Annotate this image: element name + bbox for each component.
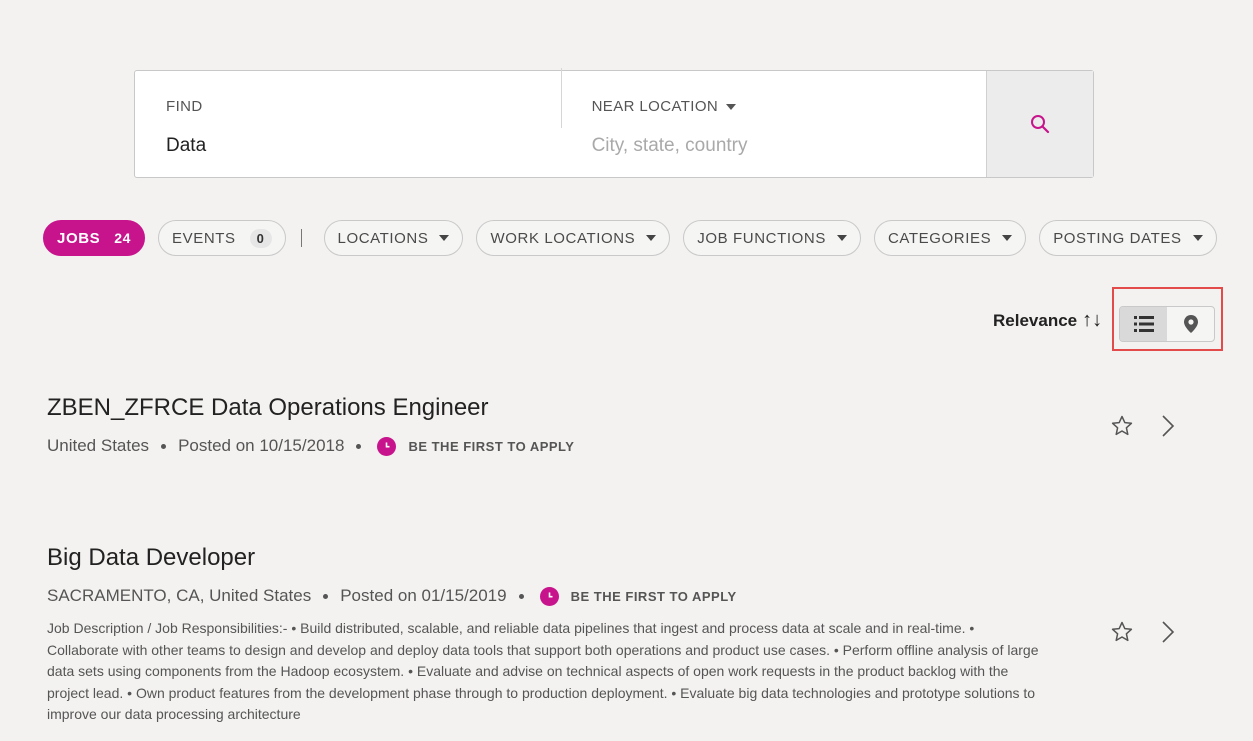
events-tab[interactable]: EVENTS 0 (158, 220, 286, 256)
view-toggle (1119, 306, 1215, 342)
find-field: FIND (135, 71, 561, 177)
work-locations-filter-label: WORK LOCATIONS (490, 229, 636, 247)
find-input[interactable] (166, 135, 526, 157)
star-icon (1111, 415, 1133, 436)
bullet-separator (356, 443, 362, 449)
jobs-tab[interactable]: JOBS 24 (43, 220, 146, 256)
job-location: SACRAMENTO, CA, United States (47, 586, 312, 605)
job-actions (1110, 414, 1175, 438)
map-pin-icon (1183, 315, 1198, 333)
jobs-count: 24 (114, 230, 132, 246)
search-icon (1031, 115, 1050, 134)
first-to-apply-tag: BE THE FIRST TO APPLY (408, 438, 575, 454)
open-job-button[interactable] (1161, 414, 1175, 438)
jobs-tab-label: JOBS (57, 229, 101, 247)
job-meta: United States Posted on 10/15/2018 BE TH… (47, 436, 574, 456)
job-search-page: FIND NEAR LOCATION JOBS 24 EVENTS 0 (0, 0, 1253, 741)
filter-separator (300, 229, 302, 247)
clock-icon (377, 436, 397, 456)
job-posted-date: Posted on 01/15/2019 (340, 586, 507, 605)
near-location-field: NEAR LOCATION (560, 68, 987, 177)
search-divider (560, 68, 562, 128)
near-location-label: NEAR LOCATION (591, 98, 719, 115)
filter-bar: JOBS 24 EVENTS 0 LOCATIONS WORK LOCATION… (43, 220, 1230, 256)
locations-filter[interactable]: LOCATIONS (323, 220, 464, 256)
list-icon (1133, 316, 1154, 332)
posting-dates-filter[interactable]: POSTING DATES (1039, 220, 1217, 256)
bullet-separator (161, 443, 167, 449)
caret-down-icon (646, 235, 657, 241)
job-posted-date: Posted on 10/15/2018 (178, 436, 345, 455)
list-view-button[interactable] (1120, 307, 1167, 341)
sort-label: Relevance (993, 310, 1078, 330)
favorite-star-button[interactable] (1110, 620, 1134, 644)
job-functions-filter[interactable]: JOB FUNCTIONS (683, 220, 861, 256)
favorite-star-button[interactable] (1110, 414, 1134, 438)
categories-filter[interactable]: CATEGORIES (873, 220, 1027, 256)
job-meta: SACRAMENTO, CA, United States Posted on … (47, 586, 1047, 606)
open-job-button[interactable] (1161, 620, 1175, 644)
sort-relevance[interactable]: Relevance ↑↓ (993, 309, 1102, 332)
clock-icon (539, 586, 559, 606)
near-location-dropdown[interactable]: NEAR LOCATION (592, 98, 987, 115)
bullet-separator (323, 593, 329, 599)
job-location: United States (47, 436, 150, 455)
location-input[interactable] (591, 135, 952, 157)
job-card: ZBEN_ZFRCE Data Operations Engineer Unit… (47, 394, 574, 456)
chevron-right-icon (1162, 415, 1175, 437)
find-label: FIND (166, 98, 203, 115)
caret-down-icon (439, 235, 450, 241)
job-description: Job Description / Job Responsibilities:-… (47, 620, 1039, 722)
posting-dates-filter-label: POSTING DATES (1053, 229, 1182, 247)
view-toggle-highlight (1112, 287, 1223, 351)
events-tab-label: EVENTS (172, 229, 236, 247)
job-actions (1110, 620, 1175, 644)
job-card: Big Data Developer SACRAMENTO, CA, Unite… (47, 544, 1047, 726)
caret-down-icon (1192, 235, 1203, 241)
map-view-button[interactable] (1167, 307, 1214, 341)
locations-filter-label: LOCATIONS (337, 229, 429, 247)
search-button[interactable] (986, 71, 1093, 177)
search-box: FIND NEAR LOCATION (134, 68, 1094, 178)
events-count: 0 (249, 228, 272, 248)
caret-down-icon (1002, 235, 1013, 241)
job-functions-filter-label: JOB FUNCTIONS (697, 229, 826, 247)
chevron-right-icon (1162, 621, 1175, 643)
sort-arrows-icon: ↑↓ (1082, 309, 1103, 331)
categories-filter-label: CATEGORIES (887, 229, 992, 247)
caret-down-icon (726, 103, 737, 110)
job-title[interactable]: ZBEN_ZFRCE Data Operations Engineer (47, 394, 574, 422)
bullet-separator (518, 593, 524, 599)
job-title[interactable]: Big Data Developer (47, 544, 1047, 572)
star-icon (1111, 621, 1133, 642)
work-locations-filter[interactable]: WORK LOCATIONS (476, 220, 671, 256)
caret-down-icon (836, 235, 847, 241)
first-to-apply-tag: BE THE FIRST TO APPLY (570, 588, 737, 604)
